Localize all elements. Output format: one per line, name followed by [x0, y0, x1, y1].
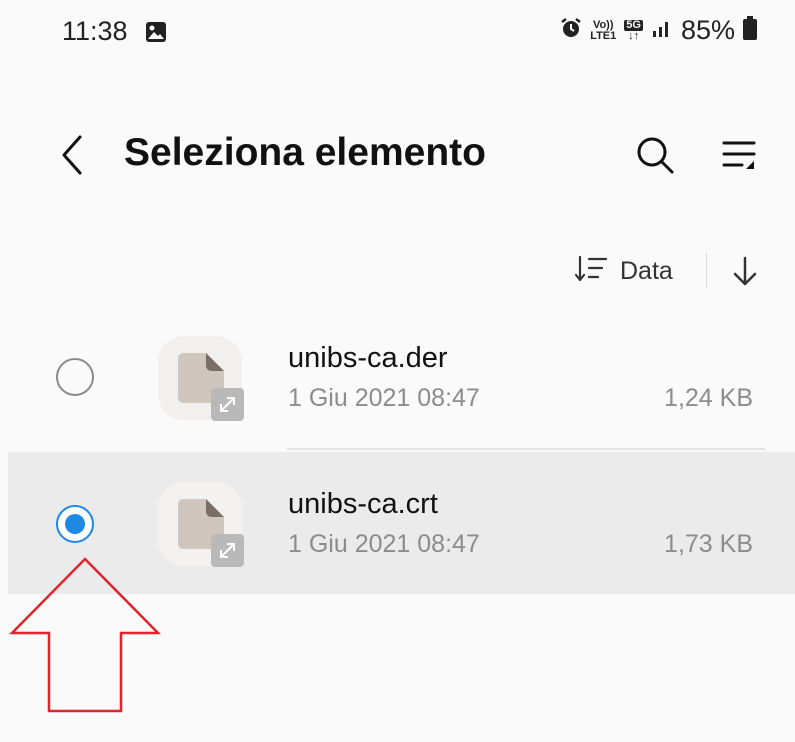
sort-button[interactable]: Data: [574, 253, 673, 289]
sort-label: Data: [620, 256, 673, 285]
battery-icon: [743, 16, 757, 45]
file-thumbnail: [158, 482, 244, 567]
file-thumbnail: [158, 336, 244, 421]
image-icon: [145, 21, 167, 48]
menu-icon[interactable]: [722, 139, 756, 171]
file-size: 1,73 KB: [664, 530, 753, 558]
list-item[interactable]: unibs-ca.der 1 Giu 2021 08:47 1,24 KB: [8, 306, 795, 448]
signal-icon: [651, 17, 673, 44]
sort-direction-icon[interactable]: [731, 255, 759, 287]
divider: [287, 448, 765, 450]
file-date: 1 Giu 2021 08:47: [288, 384, 480, 412]
radio-dot: [65, 514, 85, 534]
page-title: Seleziona elemento: [124, 131, 486, 174]
file-name: unibs-ca.der: [288, 342, 448, 374]
shortcut-icon: [211, 388, 244, 421]
back-arrow-icon[interactable]: [56, 133, 90, 177]
divider: [706, 254, 707, 288]
annotation-arrow-icon: [9, 557, 161, 713]
radio-button[interactable]: [56, 358, 94, 396]
status-bar: 11:38 Vo)) LTE1 5G ↓↑ 85%: [0, 0, 795, 66]
file-date: 1 Giu 2021 08:47: [288, 530, 480, 558]
volte-icon: Vo)) LTE1: [590, 18, 617, 42]
shortcut-icon: [211, 534, 244, 567]
file-name: unibs-ca.crt: [288, 488, 438, 520]
search-icon[interactable]: [635, 135, 675, 175]
file-size: 1,24 KB: [664, 384, 753, 412]
sort-icon: [574, 254, 608, 289]
battery-percent: 85%: [680, 15, 735, 45]
alarm-icon: [560, 17, 582, 44]
radio-button-selected[interactable]: [56, 505, 94, 543]
status-time: 11:38: [62, 16, 128, 46]
5g-icon: 5G ↓↑: [624, 18, 643, 42]
